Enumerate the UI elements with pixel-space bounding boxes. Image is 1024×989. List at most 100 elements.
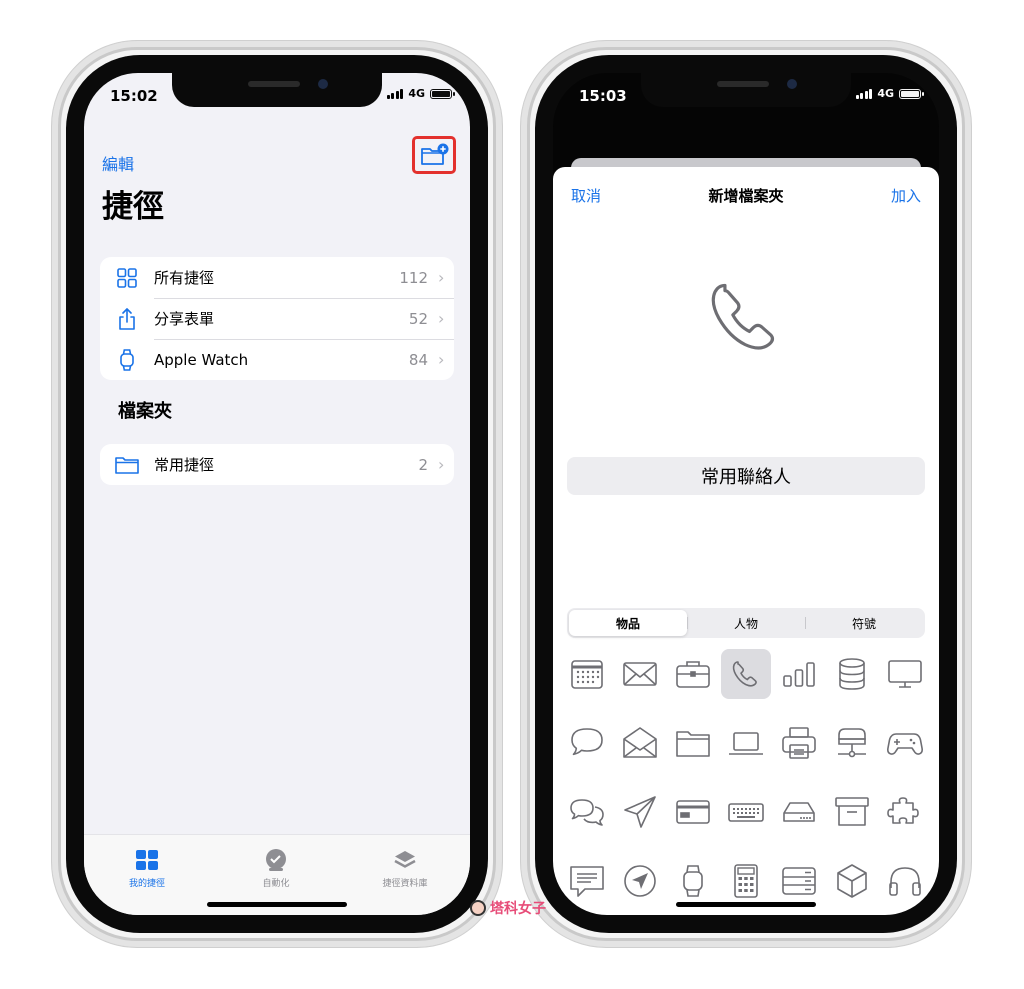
signal-icon: [855, 88, 873, 99]
icon-option-puzzle[interactable]: [878, 787, 931, 837]
segment-symbols[interactable]: 符號: [805, 610, 923, 636]
puzzle-icon: [886, 797, 919, 824]
icon-option-phone[interactable]: [720, 649, 772, 699]
network-server-icon: [837, 728, 866, 758]
tab-gallery[interactable]: 捷徑資料庫: [350, 847, 460, 889]
icon-option-keyboard[interactable]: [720, 787, 773, 837]
tab-bar: 我的捷徑 自動化 捷徑資料庫: [84, 834, 470, 915]
library-card: 所有捷徑 112 › 分享表單 52 › Apple Watch 84 ›: [100, 257, 454, 380]
briefcase-icon: [676, 661, 710, 688]
icon-option-applewatch[interactable]: [667, 856, 720, 906]
icon-option-folder[interactable]: [667, 718, 720, 768]
grid-icon: [117, 267, 137, 288]
icon-option-display[interactable]: [878, 649, 931, 699]
battery-icon: [430, 88, 455, 99]
text-bubble-icon: [570, 866, 605, 897]
add-button[interactable]: 加入: [891, 185, 921, 206]
icon-option-cube[interactable]: [825, 856, 878, 906]
home-indicator: [207, 902, 347, 907]
row-label: 常用捷徑: [154, 456, 215, 474]
icon-option-calculator[interactable]: [720, 856, 773, 906]
row-count: 84: [408, 350, 428, 369]
icon-option-paperplane[interactable]: [614, 787, 667, 837]
status-time: 15:03: [579, 87, 627, 105]
right-phone: 15:03 4G 取消 新增檔案夾 加入 常用聯絡人 物品 人物 符號: [520, 40, 972, 948]
chevron-right-icon: ›: [438, 268, 445, 287]
icon-option-bubble[interactable]: [561, 718, 614, 768]
left-phone: 15:02 4G 編輯 捷徑 所有捷徑 112 › 分享表單 52 › Appl…: [51, 40, 503, 948]
row-label: 所有捷徑: [154, 269, 215, 287]
icon-option-envelope[interactable]: [614, 649, 667, 699]
display-icon: [887, 660, 922, 688]
folder-icon: [676, 731, 710, 757]
calendar-icon: [571, 660, 604, 689]
grid-icon: [136, 850, 158, 870]
folders-card: 常用捷徑 2 ›: [100, 444, 454, 485]
tab-label: 自動化: [262, 879, 290, 889]
icon-option-calendar[interactable]: [561, 649, 614, 699]
keyboard-icon: [728, 803, 764, 822]
watermark-logo: 塔科女子: [470, 898, 546, 918]
icon-option-printer[interactable]: [772, 718, 825, 768]
library-row-all[interactable]: 所有捷徑 112 ›: [100, 257, 454, 298]
icon-option-briefcase[interactable]: [667, 649, 720, 699]
new-folder-screen: 15:03 4G 取消 新增檔案夾 加入 常用聯絡人 物品 人物 符號: [553, 73, 939, 915]
chevron-right-icon: ›: [438, 455, 445, 474]
edit-button[interactable]: 編輯: [102, 151, 134, 175]
icon-option-creditcard[interactable]: [667, 787, 720, 837]
layers-icon: [394, 851, 416, 868]
icon-option-archive[interactable]: [825, 787, 878, 837]
row-count: 52: [408, 309, 428, 328]
shortcuts-screen: 15:02 4G 編輯 捷徑 所有捷徑 112 › 分享表單 52 › Appl…: [84, 73, 470, 915]
icon-option-database[interactable]: [825, 649, 878, 699]
icon-option-laptop[interactable]: [720, 718, 773, 768]
calculator-icon: [734, 864, 758, 898]
icon-option-headphones[interactable]: [878, 856, 931, 906]
tab-automation[interactable]: 自動化: [221, 847, 331, 889]
cube-icon: [836, 864, 867, 898]
icon-option-envelope-open[interactable]: [614, 718, 667, 768]
library-row-watch[interactable]: Apple Watch 84 ›: [100, 339, 454, 380]
server-rack-icon: [782, 867, 816, 895]
gamecontroller-icon: [886, 733, 923, 755]
icon-option-location[interactable]: [614, 856, 667, 906]
tab-label: 捷徑資料庫: [382, 879, 428, 889]
icon-option-chart[interactable]: [772, 649, 825, 699]
icon-grid: [561, 649, 931, 906]
segment-objects[interactable]: 物品: [569, 610, 687, 636]
watermark-text: 塔科女子: [490, 901, 546, 917]
folder-icon: [115, 456, 139, 474]
headphones-icon: [888, 867, 921, 896]
applewatch-icon: [683, 865, 703, 897]
row-count: 112: [399, 268, 428, 287]
icon-option-textbubble[interactable]: [561, 856, 614, 906]
folders-section-title: 檔案夾: [118, 401, 172, 422]
avatar-icon: [470, 900, 486, 916]
icon-option-network[interactable]: [825, 718, 878, 768]
creditcard-icon: [676, 800, 710, 824]
new-folder-sheet: 取消 新增檔案夾 加入 常用聯絡人 物品 人物 符號: [553, 167, 939, 915]
segment-people[interactable]: 人物: [687, 610, 805, 636]
folder-name-field[interactable]: 常用聯絡人: [567, 457, 925, 495]
sheet-title: 新增檔案夾: [708, 187, 784, 205]
two-bubbles-icon: [570, 799, 605, 826]
laptop-icon: [728, 732, 763, 755]
folder-badge-plus-icon: [421, 143, 449, 165]
icon-option-bubbles[interactable]: [561, 787, 614, 837]
icon-category-segmented-control: 物品 人物 符號: [567, 608, 925, 638]
library-row-share[interactable]: 分享表單 52 ›: [100, 298, 454, 339]
watch-icon: [120, 348, 134, 371]
icon-option-gamecontroller[interactable]: [878, 718, 931, 768]
row-label: Apple Watch: [154, 350, 249, 369]
folder-row[interactable]: 常用捷徑 2 ›: [100, 444, 454, 485]
home-indicator: [676, 902, 816, 907]
new-folder-button[interactable]: [412, 136, 456, 174]
speech-bubble-icon: [571, 728, 604, 756]
chevron-right-icon: ›: [438, 309, 445, 328]
page-title: 捷徑: [102, 189, 164, 225]
icon-option-server[interactable]: [772, 856, 825, 906]
location-icon: [624, 865, 657, 897]
row-label: 分享表單: [154, 310, 215, 328]
icon-option-drive[interactable]: [772, 787, 825, 837]
tab-my-shortcuts[interactable]: 我的捷徑: [92, 847, 202, 889]
